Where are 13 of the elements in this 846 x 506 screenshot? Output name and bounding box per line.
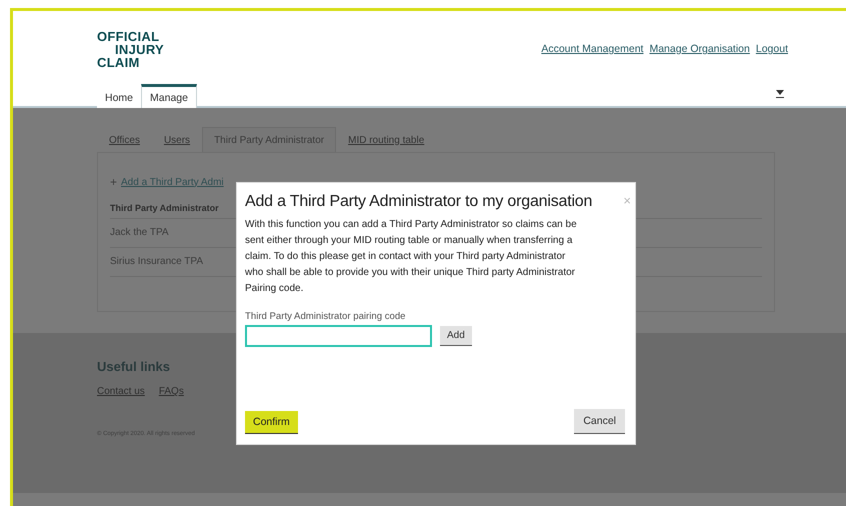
confirm-button[interactable]: Confirm bbox=[245, 411, 298, 434]
input-field[interactable] bbox=[245, 325, 432, 347]
plus-icon: + bbox=[110, 175, 118, 189]
add-button[interactable]: Add bbox=[440, 326, 472, 346]
cancel-button[interactable]: Cancel bbox=[574, 409, 625, 434]
header-link[interactable]: Logout bbox=[756, 43, 788, 55]
field-label: Third Party Administrator pairing code bbox=[245, 311, 406, 322]
header-link[interactable]: Manage Organisation bbox=[649, 43, 750, 55]
header-link[interactable]: Account Management bbox=[541, 43, 644, 55]
nav-tab[interactable]: Manage bbox=[141, 84, 197, 108]
dropdown-icon[interactable] bbox=[776, 90, 784, 98]
footer-title: Useful links bbox=[97, 359, 171, 374]
logo: OFFICIAL INJURY CLAIM bbox=[97, 30, 164, 68]
